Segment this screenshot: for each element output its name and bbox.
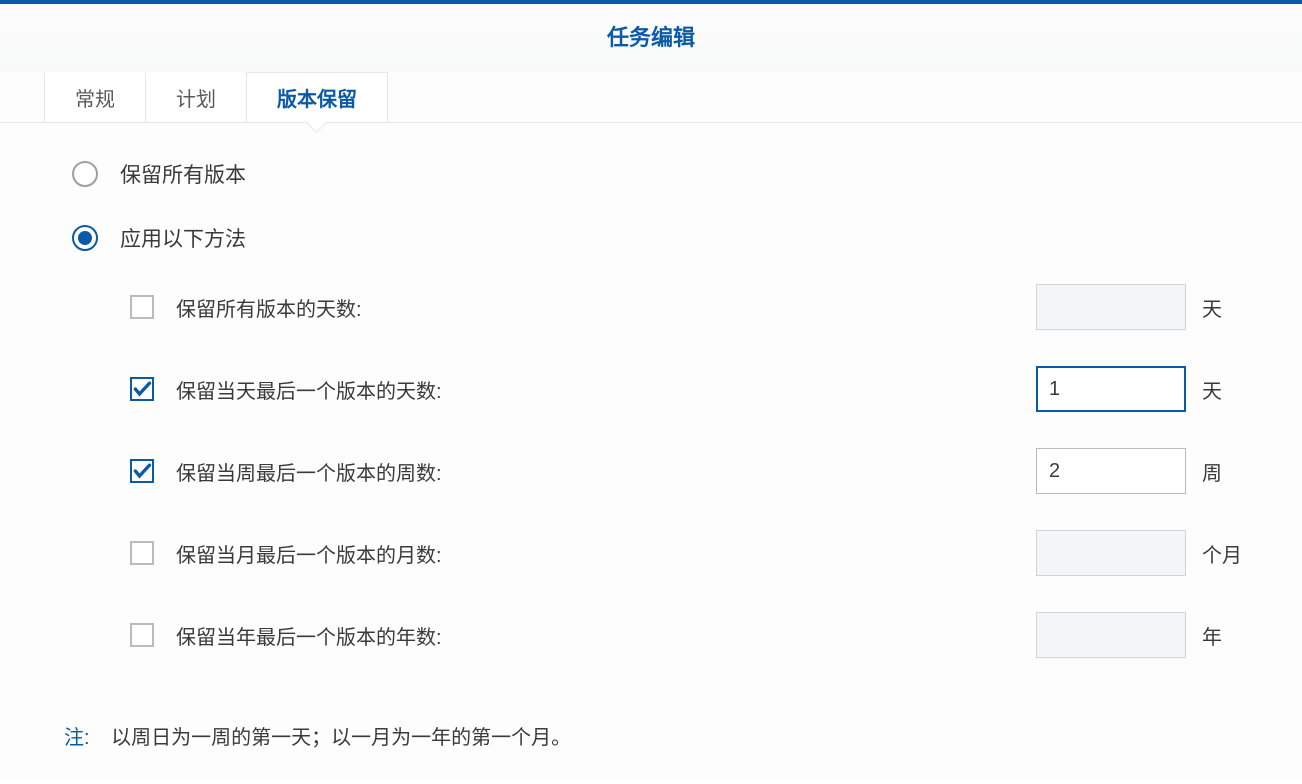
unit-last-monthly-months: 个月: [1202, 539, 1242, 568]
option-row-last-daily-days: 保留当天最后一个版本的天数: 天: [130, 369, 1242, 409]
unit-last-yearly-years: 年: [1202, 621, 1242, 650]
label-last-yearly-years: 保留当年最后一个版本的年数:: [176, 621, 1036, 650]
input-last-daily-days[interactable]: [1036, 366, 1186, 412]
option-row-all-versions-days: 保留所有版本的天数: 天: [130, 287, 1242, 327]
input-all-versions-days[interactable]: [1036, 284, 1186, 330]
input-last-monthly-months[interactable]: [1036, 530, 1186, 576]
radio-row-apply-methods[interactable]: 应用以下方法: [72, 223, 1242, 253]
input-last-yearly-years[interactable]: [1036, 612, 1186, 658]
input-last-weekly-weeks[interactable]: [1036, 448, 1186, 494]
tab-version-retention[interactable]: 版本保留: [247, 72, 388, 122]
tab-general[interactable]: 常规: [44, 72, 146, 122]
label-last-monthly-months: 保留当月最后一个版本的月数:: [176, 539, 1036, 568]
tabs: 常规 计划 版本保留: [0, 72, 1302, 123]
radio-apply-methods-label: 应用以下方法: [120, 223, 246, 253]
checkbox-last-monthly-months[interactable]: [130, 541, 154, 565]
option-row-last-monthly-months: 保留当月最后一个版本的月数: 个月: [130, 533, 1242, 573]
option-row-last-yearly-years: 保留当年最后一个版本的年数: 年: [130, 615, 1242, 655]
check-icon: [132, 375, 152, 403]
unit-last-weekly-weeks: 周: [1202, 457, 1242, 486]
radio-row-keep-all[interactable]: 保留所有版本: [72, 159, 1242, 189]
window-title: 任务编辑: [0, 4, 1302, 72]
radio-keep-all-label: 保留所有版本: [120, 159, 246, 189]
checkbox-all-versions-days[interactable]: [130, 295, 154, 319]
radio-apply-methods[interactable]: [72, 225, 98, 251]
check-icon: [132, 457, 152, 485]
unit-all-versions-days: 天: [1202, 293, 1242, 322]
label-last-daily-days: 保留当天最后一个版本的天数:: [176, 375, 1036, 404]
option-row-last-weekly-weeks: 保留当周最后一个版本的周数: 周: [130, 451, 1242, 491]
tab-schedule[interactable]: 计划: [146, 72, 247, 122]
checkbox-last-yearly-years[interactable]: [130, 623, 154, 647]
note: 注: 以周日为一周的第一天；以一月为一年的第一个月。: [64, 721, 1242, 750]
radio-keep-all[interactable]: [72, 161, 98, 187]
unit-last-daily-days: 天: [1202, 375, 1242, 404]
label-last-weekly-weeks: 保留当周最后一个版本的周数:: [176, 457, 1036, 486]
label-all-versions-days: 保留所有版本的天数:: [176, 293, 1036, 322]
note-label: 注:: [64, 727, 90, 749]
checkbox-last-daily-days[interactable]: [130, 377, 154, 401]
note-text: 以周日为一周的第一天；以一月为一年的第一个月。: [111, 727, 571, 749]
checkbox-last-weekly-weeks[interactable]: [130, 459, 154, 483]
